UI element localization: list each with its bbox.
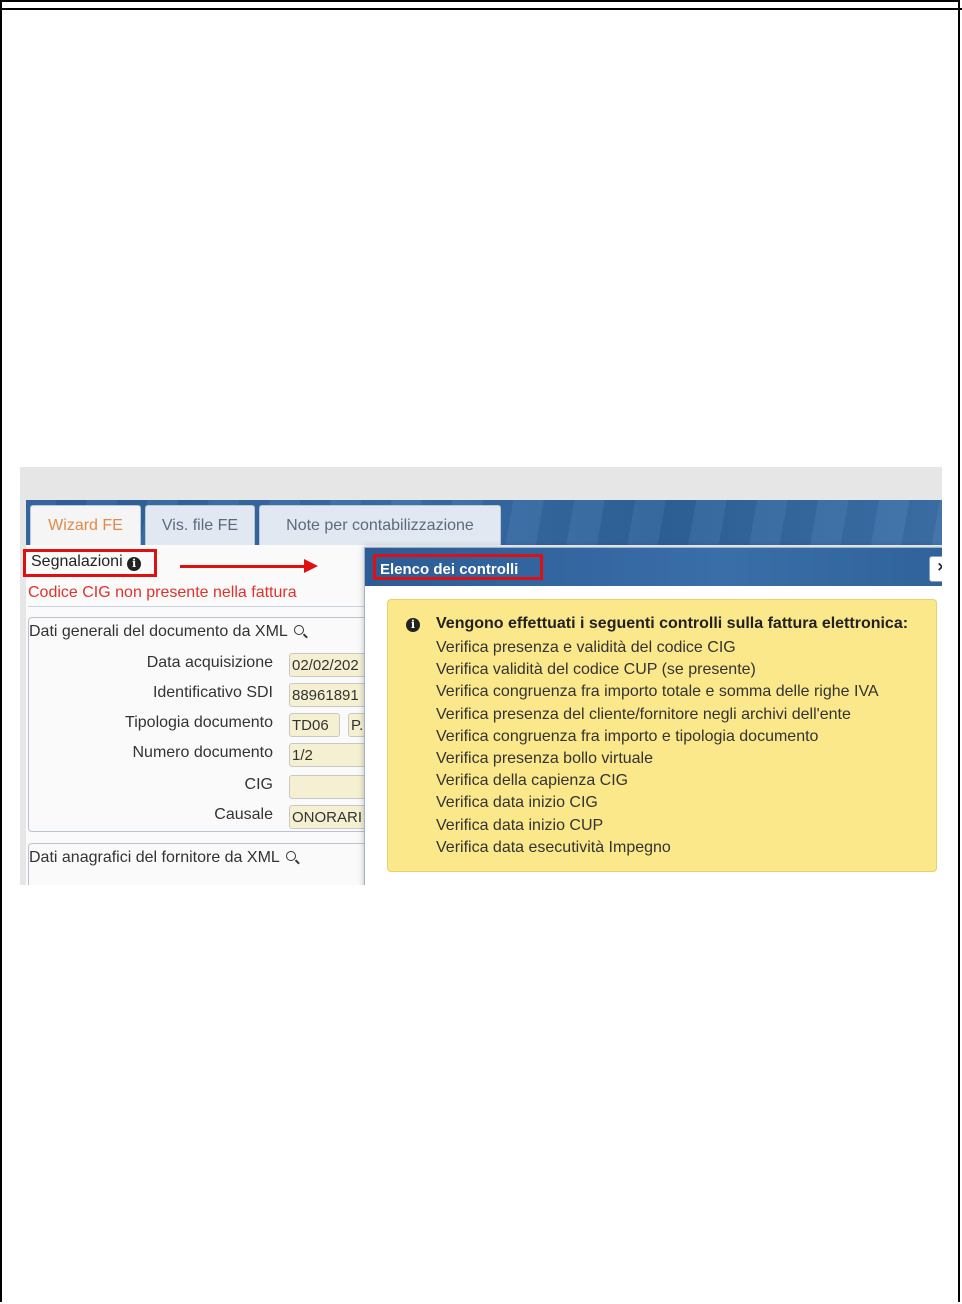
- controls-dialog: Elenco dei controlli × i Vengono effettu…: [364, 547, 942, 885]
- annotation-arrow: [180, 565, 306, 568]
- list-item: Verifica presenza del cliente/fornitore …: [436, 705, 851, 723]
- tab-vis-file-fe[interactable]: Vis. file FE: [145, 505, 255, 545]
- alert-heading: Vengono effettuati i seguenti controlli …: [436, 615, 909, 632]
- highlight-box-segnalazioni: [23, 549, 157, 577]
- top-rule: [0, 8, 962, 10]
- search-icon[interactable]: [285, 851, 296, 861]
- list-item: Verifica data inizio CUP: [436, 816, 604, 834]
- label-tipologia-documento: Tipologia documento: [125, 714, 273, 731]
- label-causale: Causale: [214, 806, 273, 823]
- screenshot-area: Wizard FE Vis. file FE Note per contabil…: [20, 467, 942, 885]
- dialog-header: Elenco dei controlli ×: [365, 548, 942, 586]
- label-numero-documento: Numero documento: [132, 744, 273, 761]
- label-data-acquisizione: Data acquisizione: [146, 654, 273, 671]
- info-icon: i: [406, 618, 420, 632]
- supplier-data-title: Dati anagrafici del fornitore da XML: [29, 849, 296, 867]
- field-data-acquisizione[interactable]: 02/02/202: [289, 653, 369, 677]
- field-cig[interactable]: [289, 775, 369, 799]
- info-alert: i Vengono effettuati i seguenti controll…: [387, 599, 937, 872]
- label-identificativo-sdi: Identificativo SDI: [152, 684, 273, 701]
- annotation-arrow-head: [304, 559, 318, 573]
- search-icon[interactable]: [293, 625, 304, 635]
- list-item: Verifica della capienza CIG: [436, 772, 629, 790]
- field-identificativo-sdi[interactable]: 88961891: [289, 683, 369, 707]
- list-item: Verifica validità del codice CUP (se pre…: [436, 661, 756, 679]
- general-data-title: Dati generali del documento da XML: [29, 623, 304, 641]
- close-button[interactable]: ×: [929, 556, 942, 582]
- supplier-data-title-text: Dati anagrafici del fornitore da XML: [29, 849, 280, 866]
- list-item: Verifica congruenza fra importo totale e…: [436, 683, 879, 701]
- tab-note-contabilizzazione[interactable]: Note per contabilizzazione: [259, 505, 501, 545]
- list-item: Verifica congruenza fra importo e tipolo…: [436, 727, 819, 745]
- field-tipologia-documento[interactable]: TD06: [289, 713, 340, 737]
- list-item: Verifica data esecutività Impegno: [436, 838, 671, 856]
- label-cig: CIG: [244, 776, 273, 793]
- dialog-title: Elenco dei controlli: [373, 554, 544, 580]
- field-causale[interactable]: ONORARI: [289, 805, 369, 829]
- checks-list: Verifica presenza e validità del codice …: [436, 637, 879, 859]
- list-item: Verifica data inizio CIG: [436, 794, 598, 812]
- list-item: Verifica presenza bollo virtuale: [436, 749, 654, 767]
- field-numero-documento[interactable]: 1/2: [289, 743, 369, 767]
- divider: [28, 606, 366, 607]
- general-data-title-text: Dati generali del documento da XML: [29, 623, 288, 640]
- tab-wizard-fe[interactable]: Wizard FE: [30, 505, 141, 545]
- error-message: Codice CIG non presente nella fattura: [28, 584, 297, 601]
- list-item: Verifica presenza e validità del codice …: [436, 639, 736, 656]
